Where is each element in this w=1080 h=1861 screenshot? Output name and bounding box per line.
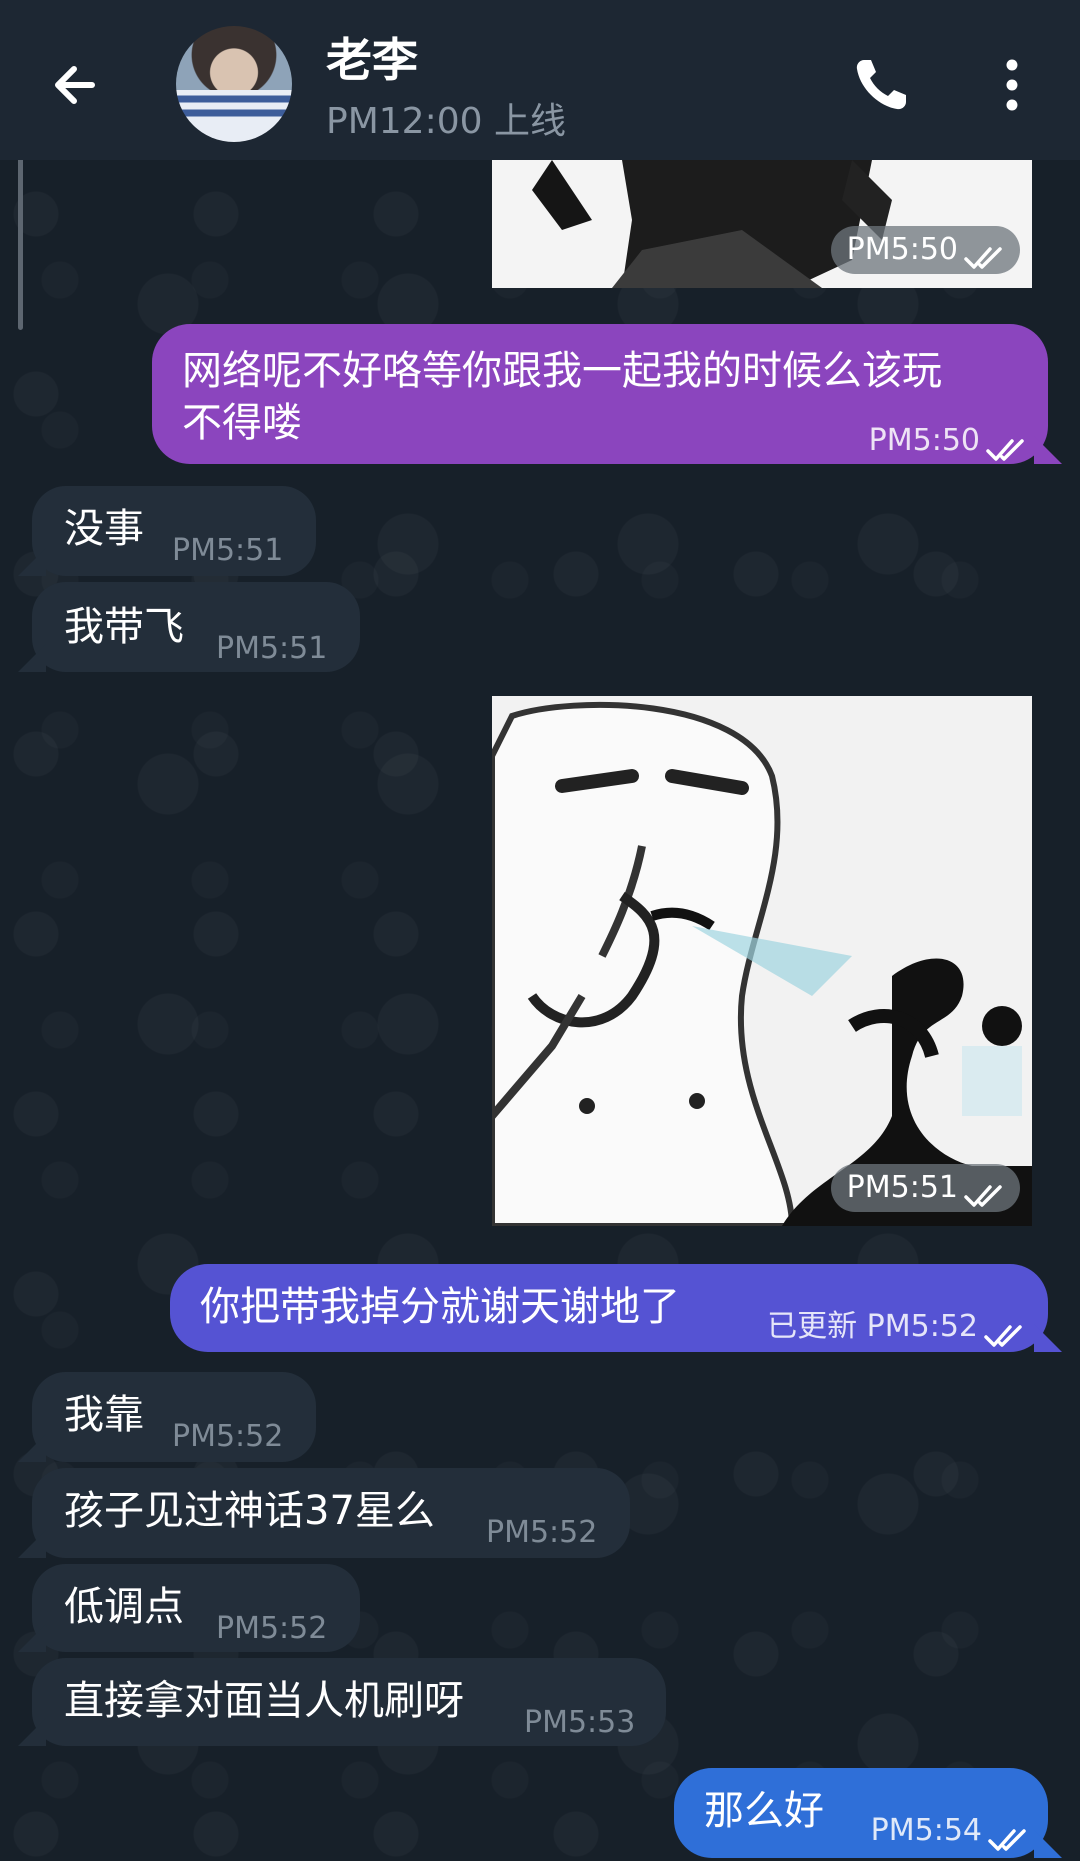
more-vertical-icon (1006, 59, 1018, 111)
message-text: 那么好 (704, 1788, 824, 1834)
edited-label: 已更新 (767, 1309, 858, 1344)
message-meta: 已更新 PM5:52 (767, 1302, 1024, 1352)
scrollbar[interactable] (18, 150, 23, 330)
phone-icon (856, 60, 906, 110)
message-time: PM5:51 (172, 533, 284, 568)
message-meta: PM5:51 (830, 1164, 1020, 1212)
message-text: 我靠 (64, 1392, 144, 1438)
message-time: PM5:52 (866, 1309, 978, 1344)
message-text: 我带飞 (64, 604, 184, 650)
message-text: 不得喽 (182, 400, 302, 446)
double-check-icon (964, 238, 1004, 269)
contact-name[interactable]: 老李 (326, 24, 418, 90)
message-time: PM5:50 (868, 423, 980, 458)
message-time: PM5:52 (172, 1419, 284, 1454)
message-text: 低调点 (64, 1584, 184, 1630)
message-time: PM5:51 (846, 1170, 958, 1205)
outgoing-message[interactable]: 那么好 PM5:54 (674, 1768, 1048, 1858)
contact-status: PM12:00 上线 (326, 101, 566, 142)
incoming-message[interactable]: 我靠 PM5:52 (32, 1372, 316, 1462)
outgoing-message[interactable]: 你把带我掉分就谢天谢地了 已更新 PM5:52 (170, 1264, 1048, 1352)
image-content (492, 696, 1032, 1226)
outgoing-message[interactable]: 网络呢不好咯等你跟我一起我的时候么该玩 不得喽 PM5:50 (152, 324, 1048, 464)
incoming-message[interactable]: 低调点 PM5:52 (32, 1564, 360, 1652)
incoming-message[interactable]: 直接拿对面当人机刷呀 PM5:53 (32, 1658, 666, 1746)
message-text: 孩子见过神话37星么 (64, 1488, 435, 1534)
message-time: PM5:52 (216, 1611, 328, 1646)
message-time: PM5:52 (486, 1515, 598, 1550)
image-message[interactable]: PM5:50 (492, 160, 1032, 288)
incoming-message[interactable]: 孩子见过神话37星么 PM5:52 (32, 1468, 630, 1558)
double-check-icon (988, 1819, 1028, 1851)
message-text: 直接拿对面当人机刷呀 (64, 1678, 464, 1724)
message-time: PM5:50 (846, 232, 958, 267)
message-time: PM5:54 (870, 1813, 982, 1848)
message-text: 没事 (64, 506, 144, 552)
message-time: PM5:53 (524, 1705, 636, 1740)
double-check-icon (984, 1315, 1024, 1347)
call-button[interactable] (852, 56, 910, 114)
message-meta: PM5:50 (869, 416, 1026, 466)
back-button[interactable] (40, 50, 110, 120)
message-time: PM5:51 (216, 631, 328, 666)
message-meta: PM5:50 (830, 226, 1020, 274)
more-options-button[interactable] (998, 56, 1026, 114)
message-meta: PM5:54 (871, 1806, 1028, 1856)
incoming-message[interactable]: 没事 PM5:51 (32, 486, 316, 576)
arrow-left-icon (55, 66, 95, 104)
incoming-message[interactable]: 我带飞 PM5:51 (32, 582, 360, 672)
message-text: 你把带我掉分就谢天谢地了 (200, 1284, 680, 1330)
chat-header: 老李 PM12:00 上线 (0, 0, 1080, 160)
double-check-icon (986, 429, 1026, 461)
double-check-icon (964, 1176, 1004, 1207)
image-message[interactable]: PM5:51 (492, 696, 1032, 1226)
contact-avatar[interactable] (176, 26, 292, 142)
message-text: 网络呢不好咯等你跟我一起我的时候么该玩 (182, 348, 942, 394)
